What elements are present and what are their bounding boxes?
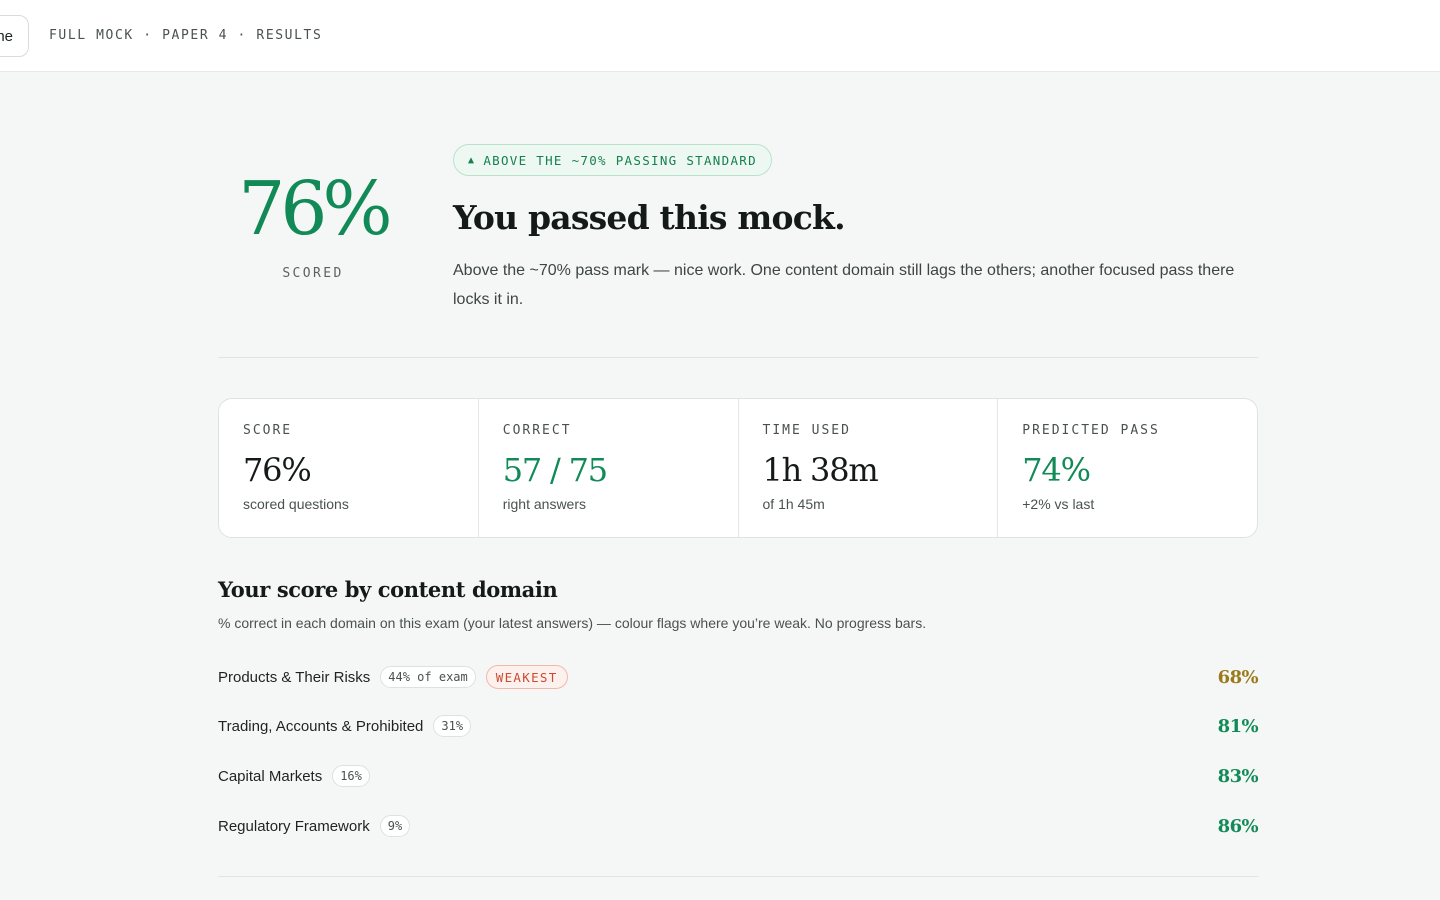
overall-score-label: SCORED	[282, 266, 344, 281]
stat-score: SCORE 76% scored questions	[219, 399, 479, 537]
divider	[218, 876, 1258, 877]
domain-name: Regulatory Framework	[218, 817, 370, 835]
stat-label: SCORE	[243, 423, 293, 438]
top-bar: he FULL MOCK · PAPER 4 · RESULTS	[0, 0, 1440, 72]
exam-weight-chip: 9%	[379, 815, 411, 837]
domain-name: Trading, Accounts & Prohibited	[218, 717, 424, 735]
stats-panel: SCORE 76% scored questions CORRECT 57 / …	[218, 398, 1258, 538]
domain-row-products: Products & Their Risks 44% of exam WEAKE…	[218, 664, 1259, 690]
exam-weight-chip: 44% of exam	[380, 666, 476, 688]
overall-score: 76%	[238, 166, 392, 252]
domain-score: 68%	[1217, 666, 1259, 688]
stat-value: 1h 38m	[762, 451, 879, 489]
stat-correct: CORRECT 57 / 75 right answers	[479, 399, 739, 537]
stat-value: 76%	[243, 451, 312, 489]
stat-value: 57 / 75	[502, 451, 608, 489]
stat-sub: +2% vs last	[1022, 496, 1095, 512]
home-button[interactable]: he	[0, 15, 29, 57]
stat-sub: scored questions	[243, 496, 349, 512]
pass-status-badge: ▲ ABOVE THE ~70% PASSING STANDARD	[453, 144, 772, 176]
triangle-up-icon: ▲	[468, 154, 476, 166]
divider	[218, 357, 1258, 358]
domain-name: Products & Their Risks	[218, 668, 371, 686]
domain-section-description: % correct in each domain on this exam (y…	[218, 615, 927, 631]
stat-label: TIME USED	[762, 423, 851, 438]
stat-value: 74%	[1022, 451, 1091, 489]
result-headline: You passed this mock.	[453, 198, 846, 237]
stat-sub: right answers	[502, 496, 587, 512]
stat-time-used: TIME USED 1h 38m of 1h 45m	[739, 399, 999, 537]
domain-name: Capital Markets	[218, 767, 323, 785]
exam-weight-chip: 16%	[332, 765, 370, 787]
domain-row-regulatory: Regulatory Framework 9% 86%	[218, 813, 1259, 839]
stat-sub: of 1h 45m	[762, 496, 825, 512]
domain-score: 86%	[1217, 815, 1259, 837]
breadcrumb: FULL MOCK · PAPER 4 · RESULTS	[49, 28, 323, 43]
weakest-badge: WEAKEST	[485, 665, 568, 689]
domain-row-trading: Trading, Accounts & Prohibited 31% 81%	[218, 713, 1259, 739]
stat-predicted-pass: PREDICTED PASS 74% +2% vs last	[998, 399, 1257, 537]
result-summary: Above the ~70% pass mark — nice work. On…	[453, 262, 1235, 308]
stat-label: CORRECT	[502, 423, 572, 438]
domain-row-capital-markets: Capital Markets 16% 83%	[218, 763, 1259, 789]
domain-score: 81%	[1217, 715, 1259, 737]
stat-label: PREDICTED PASS	[1022, 423, 1160, 438]
exam-weight-chip: 31%	[433, 715, 472, 737]
pass-status-text: ABOVE THE ~70% PASSING STANDARD	[483, 152, 757, 168]
domain-score: 83%	[1217, 765, 1259, 787]
domain-section-title: Your score by content domain	[218, 577, 558, 602]
